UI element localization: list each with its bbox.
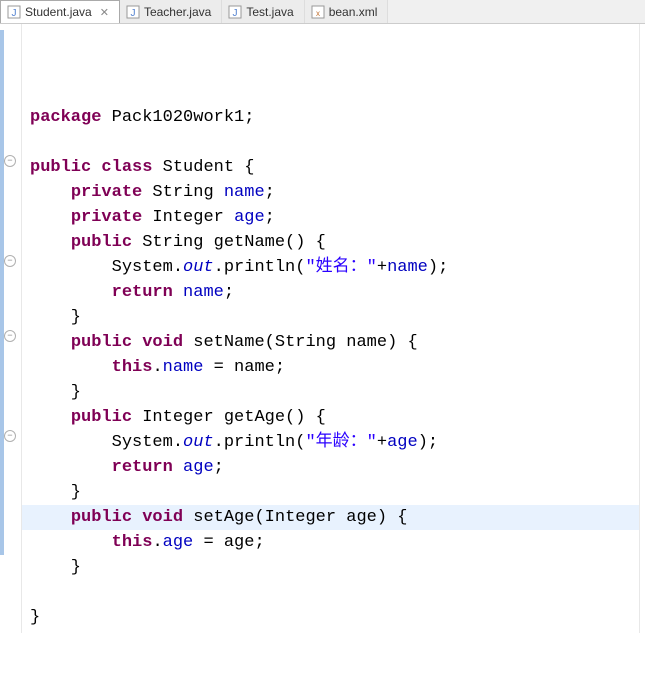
- tab-label: Student.java: [25, 5, 92, 19]
- java-file-icon: J: [228, 5, 242, 19]
- overview-ruler: [639, 24, 645, 633]
- svg-text:J: J: [130, 8, 135, 19]
- svg-text:J: J: [12, 8, 17, 19]
- code-editor[interactable]: − − − − package Pack1020work1; public cl…: [0, 24, 645, 633]
- code-area[interactable]: package Pack1020work1; public class Stud…: [22, 24, 639, 633]
- tab-teacher-java[interactable]: J Teacher.java: [120, 0, 222, 23]
- gutter: − − − −: [0, 24, 22, 633]
- code-content: package Pack1020work1; public class Stud…: [30, 105, 639, 630]
- java-file-icon: J: [126, 5, 140, 19]
- tab-student-java[interactable]: J Student.java ✕: [0, 0, 120, 23]
- fold-icon[interactable]: −: [4, 330, 16, 342]
- fold-icon[interactable]: −: [4, 255, 16, 267]
- tab-test-java[interactable]: J Test.java: [222, 0, 304, 23]
- svg-text:J: J: [233, 8, 238, 19]
- tab-label: bean.xml: [329, 5, 378, 19]
- xml-file-icon: x: [311, 5, 325, 19]
- change-marker: [0, 30, 4, 555]
- tab-label: Teacher.java: [144, 5, 211, 19]
- svg-text:x: x: [316, 9, 320, 18]
- tab-label: Test.java: [246, 5, 293, 19]
- tab-bean-xml[interactable]: x bean.xml: [305, 0, 389, 23]
- java-file-icon: J: [7, 5, 21, 19]
- editor-tabs: J Student.java ✕ J Teacher.java J Test.j…: [0, 0, 645, 24]
- fold-icon[interactable]: −: [4, 155, 16, 167]
- fold-icon[interactable]: −: [4, 430, 16, 442]
- close-icon[interactable]: ✕: [100, 6, 109, 19]
